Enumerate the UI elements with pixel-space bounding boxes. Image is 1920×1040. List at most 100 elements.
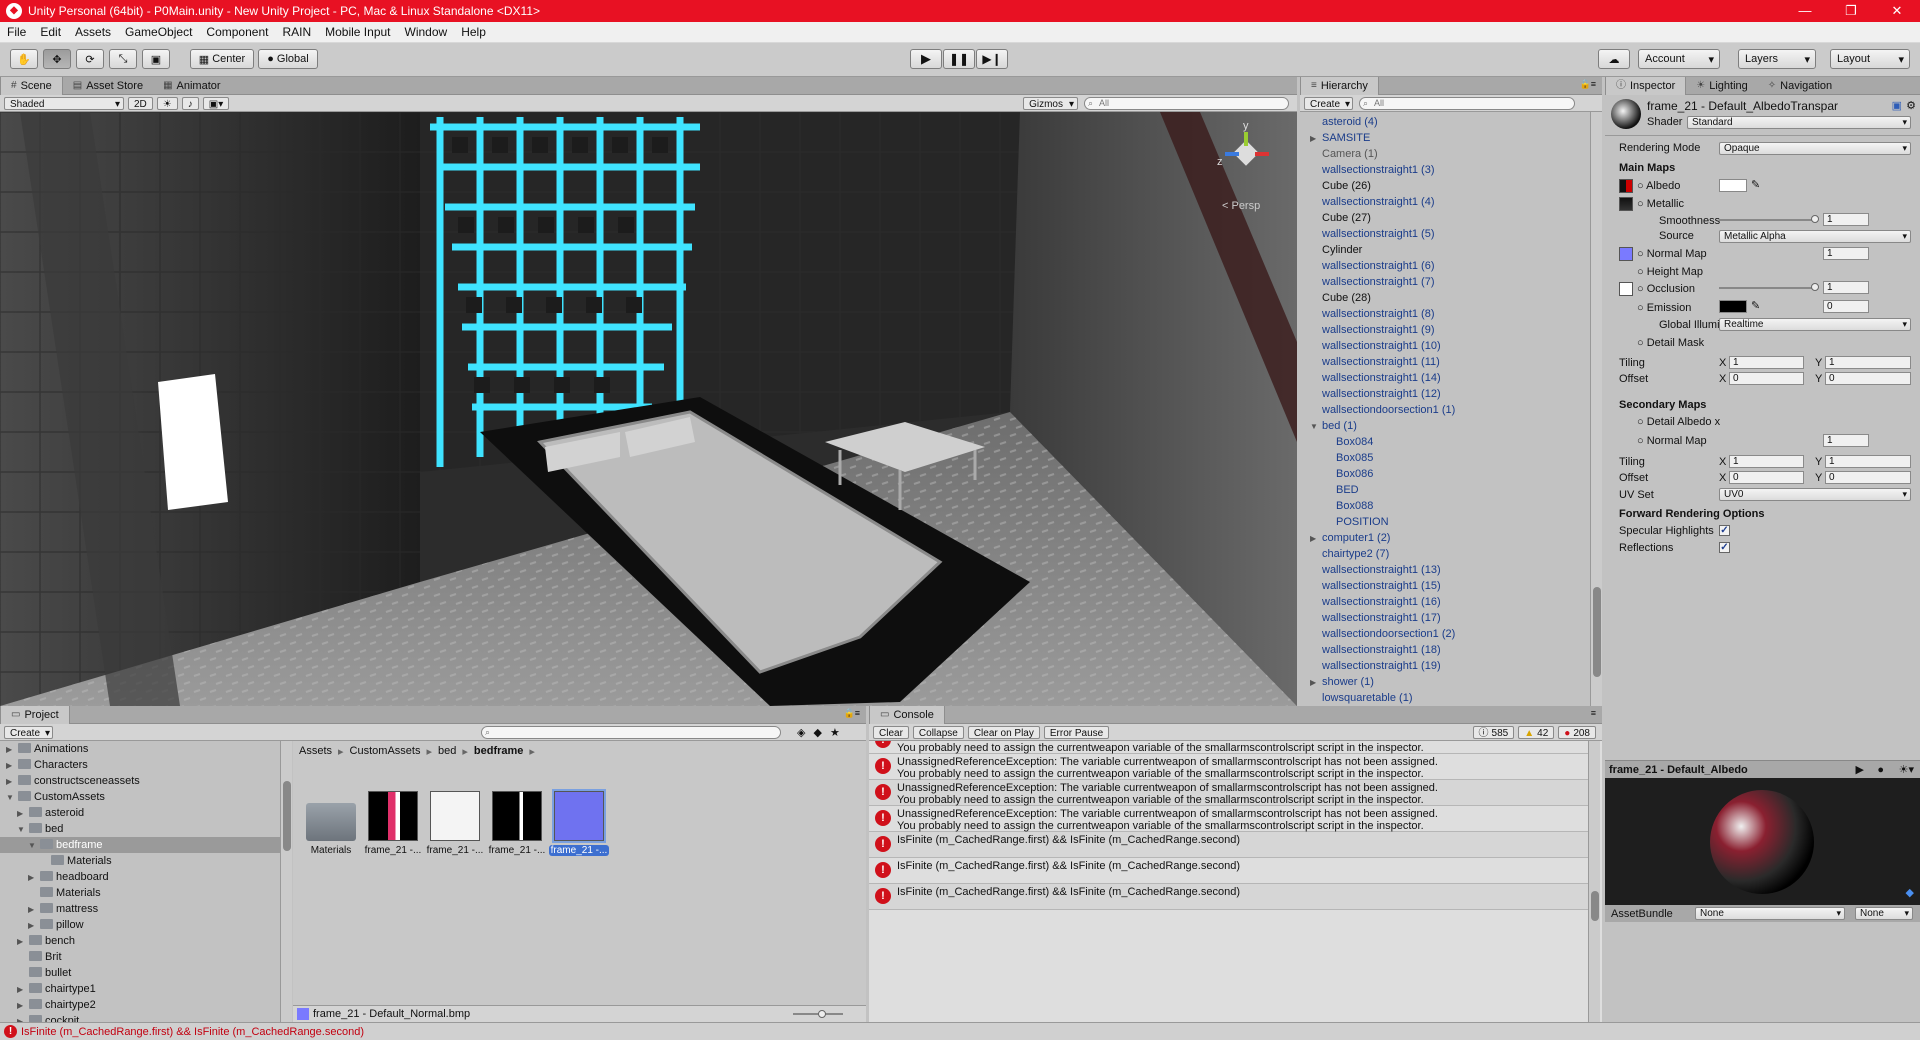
project-tree-item[interactable]: ▼ bed: [6, 821, 280, 837]
console-clear-on-play-button[interactable]: Clear on Play: [967, 725, 1040, 739]
menu-edit[interactable]: Edit: [33, 25, 68, 39]
hierarchy-scroll-thumb[interactable]: [1593, 587, 1601, 677]
warning-count-toggle[interactable]: ▲ 42: [1518, 725, 1555, 739]
hierarchy-item[interactable]: wallsectionstraight1 (10): [1300, 338, 1588, 354]
hierarchy-item[interactable]: wallsectionstraight1 (18): [1300, 642, 1588, 658]
eyedropper-icon[interactable]: ✎: [1751, 299, 1760, 312]
console-row[interactable]: ! UnassignedReferenceException: The varia…: [869, 780, 1588, 806]
persp-label[interactable]: < Persp: [1222, 200, 1260, 212]
project-search-input[interactable]: ⌕: [481, 725, 782, 739]
project-tree-item[interactable]: Materials: [6, 885, 280, 901]
hierarchy-item[interactable]: wallsectionstraight1 (15): [1300, 578, 1588, 594]
collapsed-arrow-icon[interactable]: ▶: [6, 742, 18, 758]
layout-dropdown[interactable]: Layout ▾: [1830, 49, 1910, 69]
asset-texture[interactable]: frame_21 -...: [363, 791, 423, 856]
tab-scene[interactable]: # Scene: [0, 77, 63, 95]
collapsed-arrow-icon[interactable]: ▶: [6, 774, 18, 790]
menu-window[interactable]: Window: [398, 25, 455, 39]
collapsed-arrow-icon[interactable]: ▶: [17, 982, 29, 998]
project-tree-item[interactable]: ▼ bedframe: [0, 837, 280, 853]
smoothness-field[interactable]: 1: [1823, 213, 1869, 226]
project-tree-item[interactable]: ▶ bench: [6, 933, 280, 949]
hierarchy-item[interactable]: Box086: [1300, 466, 1588, 482]
rendering-mode-dropdown[interactable]: Opaque: [1719, 142, 1911, 155]
source-dropdown[interactable]: Metallic Alpha: [1719, 230, 1911, 243]
hierarchy-item[interactable]: Cube (26): [1300, 178, 1588, 194]
emission-field[interactable]: 0: [1823, 300, 1869, 313]
project-tree-item[interactable]: ▶ Characters: [6, 757, 280, 773]
collapsed-arrow-icon[interactable]: ▶: [28, 870, 40, 886]
tab-lighting[interactable]: ☀ Lighting: [1686, 77, 1758, 95]
tiling-x-field[interactable]: 1: [1729, 356, 1804, 369]
hierarchy-item[interactable]: wallsectionstraight1 (16): [1300, 594, 1588, 610]
move-tool-icon[interactable]: ✥: [43, 49, 71, 69]
collapsed-arrow-icon[interactable]: ▶: [1310, 131, 1322, 147]
hierarchy-item[interactable]: ▶ SAMSITE: [1300, 130, 1588, 146]
hierarchy-item[interactable]: wallsectionstraight1 (3): [1300, 162, 1588, 178]
hierarchy-item[interactable]: wallsectiondoorsection1 (1): [1300, 402, 1588, 418]
minimize-icon[interactable]: —: [1782, 0, 1828, 22]
error-count-toggle[interactable]: ● 208: [1558, 725, 1596, 739]
pivot-center-button[interactable]: ▦ Center: [190, 49, 254, 69]
project-tree-item[interactable]: ▶ chairtype2: [6, 997, 280, 1013]
eyedropper-icon[interactable]: ✎: [1751, 178, 1760, 191]
uv-set-dropdown[interactable]: UV0: [1719, 488, 1911, 501]
expanded-arrow-icon[interactable]: ▼: [6, 790, 18, 806]
console-error-pause-button[interactable]: Error Pause: [1043, 725, 1110, 739]
play-button[interactable]: ▶: [910, 49, 942, 69]
project-tree-item[interactable]: ▶ chairtype1: [6, 981, 280, 997]
gi-dropdown[interactable]: Realtime: [1719, 318, 1911, 331]
status-bar[interactable]: ! IsFinite (m_CachedRange.first) && IsFi…: [0, 1022, 1920, 1040]
scene-viewport[interactable]: y z < Persp: [0, 112, 1297, 706]
collapsed-arrow-icon[interactable]: ▶: [28, 902, 40, 918]
albedo-color-swatch[interactable]: [1719, 179, 1747, 192]
collapsed-arrow-icon[interactable]: ▶: [17, 934, 29, 950]
smoothness-slider[interactable]: [1719, 212, 1819, 228]
breadcrumb-item[interactable]: Assets: [299, 745, 332, 758]
project-tree-item[interactable]: bullet: [6, 965, 280, 981]
project-tree-item[interactable]: ▶ Animations: [6, 741, 280, 757]
console-scrollbar[interactable]: [1588, 741, 1600, 1022]
preview-sphere-icon[interactable]: ●: [1877, 764, 1884, 776]
console-row-partial[interactable]: ! You probably need to assign the curren…: [869, 741, 1588, 754]
rotate-tool-icon[interactable]: ⟳: [76, 49, 104, 69]
tab-inspector[interactable]: ⓘ Inspector: [1605, 77, 1687, 95]
hierarchy-item[interactable]: Box085: [1300, 450, 1588, 466]
gizmos-dropdown[interactable]: Gizmos ▾: [1023, 96, 1078, 110]
menu-gameobject[interactable]: GameObject: [118, 25, 199, 39]
breadcrumb-item[interactable]: CustomAssets: [350, 745, 421, 758]
offset2-x-field[interactable]: 0: [1729, 471, 1804, 484]
hierarchy-item[interactable]: asteroid (4): [1300, 114, 1588, 130]
expanded-arrow-icon[interactable]: ▼: [1310, 419, 1322, 435]
hierarchy-item[interactable]: lowsquaretable (1): [1300, 690, 1588, 706]
collapsed-arrow-icon[interactable]: ▶: [17, 1014, 29, 1022]
tab-hierarchy[interactable]: ≡ Hierarchy: [1300, 77, 1379, 95]
breadcrumb-item[interactable]: bed: [438, 745, 456, 758]
console-scroll-thumb[interactable]: [1591, 891, 1599, 921]
menu-help[interactable]: Help: [454, 25, 493, 39]
shading-dropdown[interactable]: Shaded ▾: [4, 96, 124, 110]
tab-console[interactable]: ▭ Console: [869, 706, 945, 724]
layers-dropdown[interactable]: Layers ▾: [1738, 49, 1816, 69]
scale-tool-icon[interactable]: ⤡: [109, 49, 137, 69]
offset-x-field[interactable]: 0: [1729, 372, 1804, 385]
hierarchy-item[interactable]: Camera (1): [1300, 146, 1588, 162]
hierarchy-item[interactable]: wallsectionstraight1 (8): [1300, 306, 1588, 322]
hierarchy-item[interactable]: wallsectionstraight1 (7): [1300, 274, 1588, 290]
expanded-arrow-icon[interactable]: ▼: [17, 822, 29, 838]
scene-search-input[interactable]: ⌕ All: [1084, 96, 1289, 110]
filter-type-icon[interactable]: ◈: [797, 726, 805, 739]
albedo-texture-slot[interactable]: [1619, 179, 1633, 193]
project-tree-item[interactable]: ▶ headboard: [6, 869, 280, 885]
console-row[interactable]: ! UnassignedReferenceException: The varia…: [869, 754, 1588, 780]
project-tree-item[interactable]: Materials: [6, 853, 280, 869]
play-preview-icon[interactable]: ▶: [1856, 763, 1864, 776]
collapsed-arrow-icon[interactable]: ▶: [28, 918, 40, 934]
occlusion-slider[interactable]: [1719, 280, 1819, 296]
hierarchy-item[interactable]: wallsectionstraight1 (6): [1300, 258, 1588, 274]
panel-menu-icon[interactable]: 🔒≡: [1580, 79, 1596, 90]
asset-texture[interactable]: frame_21 -...: [549, 791, 609, 856]
material-preview[interactable]: ◆: [1605, 778, 1920, 905]
tiling-y-field[interactable]: 1: [1825, 356, 1911, 369]
effects-dropdown-icon[interactable]: ▣▾: [202, 96, 230, 110]
